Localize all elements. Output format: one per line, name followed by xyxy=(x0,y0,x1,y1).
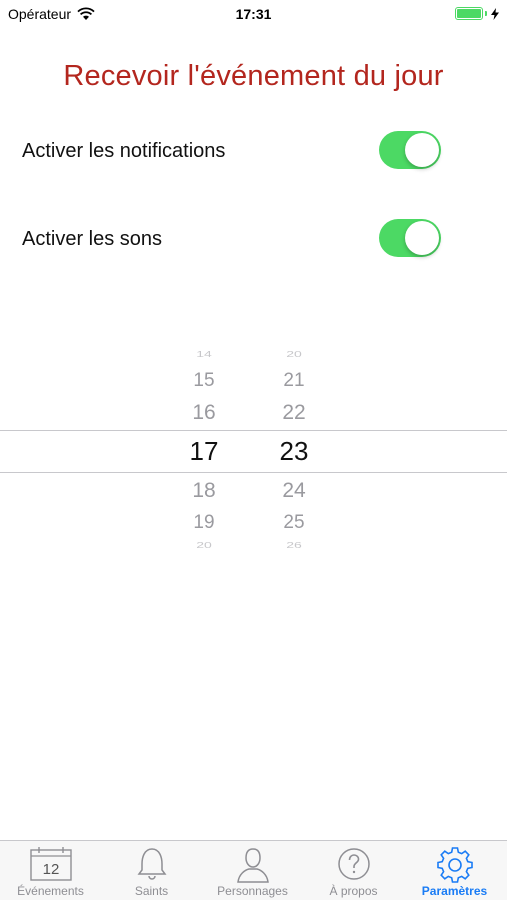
tab-label: Personnages xyxy=(217,884,288,898)
tab-bar: 12 Événements Saints Personnages À propo… xyxy=(0,840,507,900)
person-icon xyxy=(236,848,269,883)
battery-fill xyxy=(457,9,481,18)
minute-picker-column[interactable]: 20 21 22 23 24 25 26 xyxy=(264,340,324,560)
toggle-knob xyxy=(405,221,439,255)
picker-minute-value: 24 xyxy=(282,479,306,502)
status-bar: Opérateur 17:31 xyxy=(0,0,507,28)
tab-label: Paramètres xyxy=(421,884,488,898)
question-icon xyxy=(337,848,370,880)
picker-minute-value: 20 xyxy=(286,349,302,359)
tab-evenements[interactable]: 12 Événements xyxy=(0,841,101,900)
battery-icon xyxy=(455,7,483,20)
picker-hour-value: 18 xyxy=(192,479,216,502)
sounds-toggle[interactable] xyxy=(379,219,441,257)
sounds-label: Activer les sons xyxy=(22,228,163,250)
picker-minute-value: 26 xyxy=(286,540,302,550)
calendar-day-number: 12 xyxy=(42,861,59,878)
gear-icon xyxy=(436,847,473,883)
notifications-label: Activer les notifications xyxy=(22,140,226,162)
picker-minute-value: 22 xyxy=(282,401,306,424)
picker-selection-bottom-line xyxy=(0,472,507,473)
toggle-knob xyxy=(405,133,439,167)
hour-picker-column[interactable]: 14 15 16 17 18 19 20 xyxy=(174,340,234,560)
picker-hour-value: 15 xyxy=(193,370,215,391)
picker-minute-selected: 23 xyxy=(279,436,309,466)
picker-hour-value: 19 xyxy=(193,512,215,533)
picker-selection-top-line xyxy=(0,430,507,431)
tab-label: Saints xyxy=(134,884,169,898)
tab-personnages[interactable]: Personnages xyxy=(202,841,303,900)
tab-label: Événements xyxy=(17,884,84,898)
picker-minute-value: 25 xyxy=(283,512,305,533)
picker-hour-value: 20 xyxy=(196,540,212,550)
tab-label: À propos xyxy=(329,884,378,898)
page-title: Recevoir l'événement du jour xyxy=(63,60,444,92)
picker-hour-value: 14 xyxy=(196,349,212,359)
tab-saints[interactable]: Saints xyxy=(101,841,202,900)
settings-screen: Opérateur 17:31 Recevoir l'événement du … xyxy=(0,0,507,900)
notifications-toggle[interactable] xyxy=(379,131,441,169)
status-time: 17:31 xyxy=(235,6,272,22)
tab-a-propos[interactable]: À propos xyxy=(303,841,404,900)
time-picker[interactable]: 14 15 16 17 18 19 20 20 21 22 23 24 25 2… xyxy=(0,340,507,560)
battery-indicator xyxy=(455,7,499,20)
tab-parametres[interactable]: Paramètres xyxy=(404,841,505,900)
setting-row-sounds: Activer les sons xyxy=(22,219,485,259)
battery-tip xyxy=(485,11,487,16)
picker-hour-selected: 17 xyxy=(189,436,219,466)
picker-minute-value: 21 xyxy=(283,370,305,391)
calendar-icon: 12 xyxy=(29,847,72,881)
bell-icon xyxy=(137,848,166,880)
charging-bolt-icon xyxy=(491,7,499,20)
picker-hour-value: 16 xyxy=(192,401,216,424)
setting-row-notifications: Activer les notifications xyxy=(22,131,485,171)
